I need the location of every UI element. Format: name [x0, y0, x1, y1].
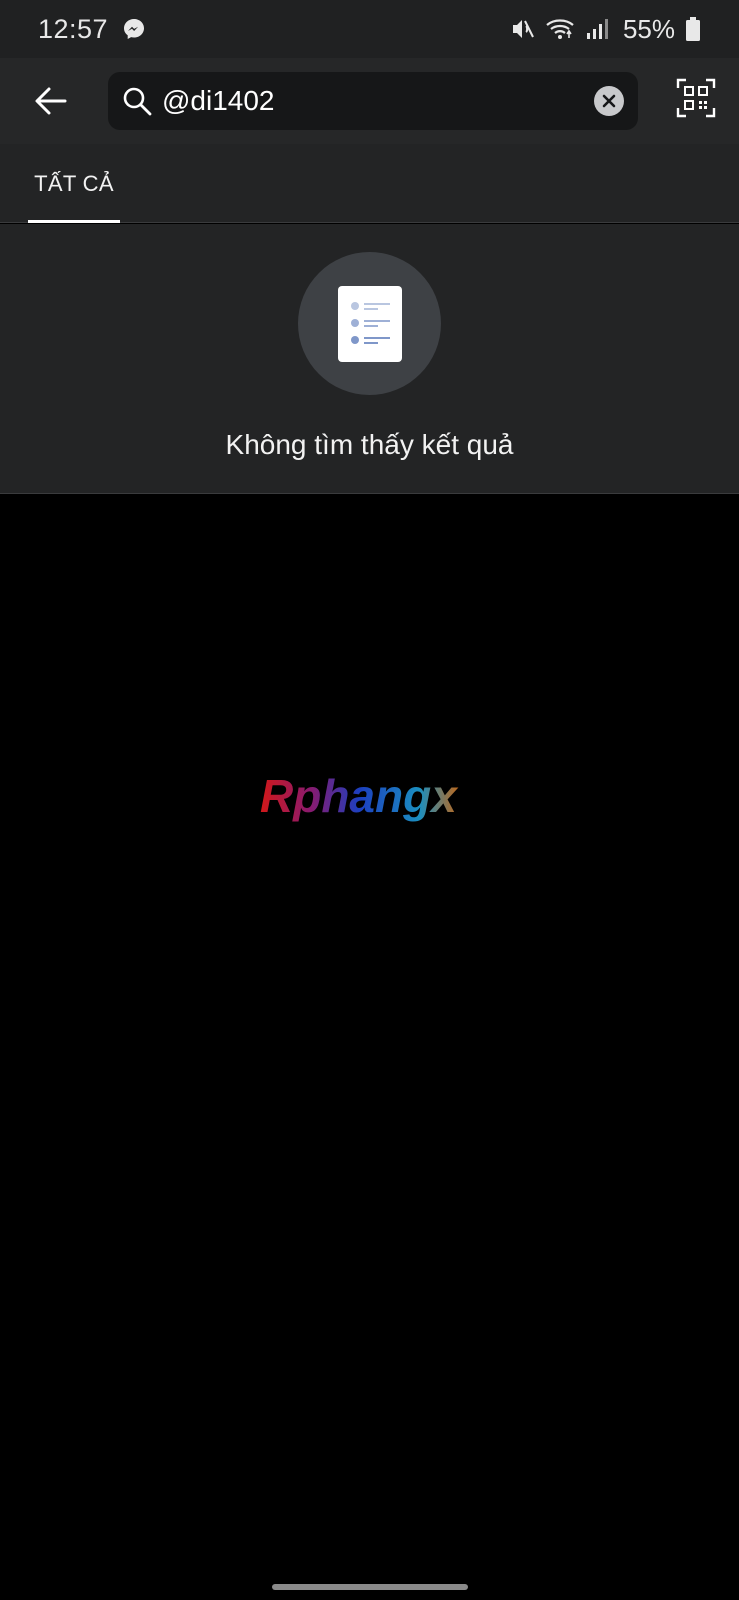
- tab-all-label: TẤT CẢ: [34, 170, 114, 196]
- battery-percent: 55%: [622, 13, 675, 44]
- status-left: 12:57: [38, 14, 146, 45]
- empty-state-message: Không tìm thấy kết quả: [225, 429, 514, 460]
- tab-bar: TẤT CẢ: [0, 144, 739, 223]
- empty-state: Không tìm thấy kết quả: [0, 224, 739, 494]
- search-header: [0, 58, 739, 144]
- tab-all[interactable]: TẤT CẢ: [28, 144, 120, 223]
- empty-state-illustration: [298, 252, 441, 395]
- tab-active-indicator: [28, 220, 120, 223]
- qr-scan-icon: [676, 78, 716, 118]
- status-time: 12:57: [38, 13, 109, 44]
- signal-icon: [586, 19, 608, 39]
- search-icon: [123, 87, 152, 116]
- status-right: 55%: [509, 14, 701, 45]
- watermark-text: Rphangx: [260, 772, 459, 822]
- clear-search-button[interactable]: [594, 86, 624, 116]
- wifi-icon: [546, 19, 574, 39]
- watermark-logo: Rphangx: [260, 772, 459, 822]
- home-indicator[interactable]: [272, 1584, 468, 1590]
- battery-icon: [686, 17, 700, 41]
- qr-scan-button[interactable]: [676, 78, 716, 118]
- search-box[interactable]: [108, 72, 638, 130]
- back-arrow-icon: [35, 87, 67, 115]
- back-button[interactable]: [26, 76, 76, 126]
- document-list-icon: [337, 285, 402, 362]
- status-bar: 12:57 55%: [0, 0, 739, 58]
- clear-icon: [602, 94, 616, 108]
- screen: 12:57 55% @di1402 TẤT CẢ Không tìm thấy …: [0, 0, 739, 1600]
- mute-icon: [512, 20, 534, 38]
- messenger-icon: [124, 19, 145, 39]
- search-input[interactable]: [162, 80, 562, 122]
